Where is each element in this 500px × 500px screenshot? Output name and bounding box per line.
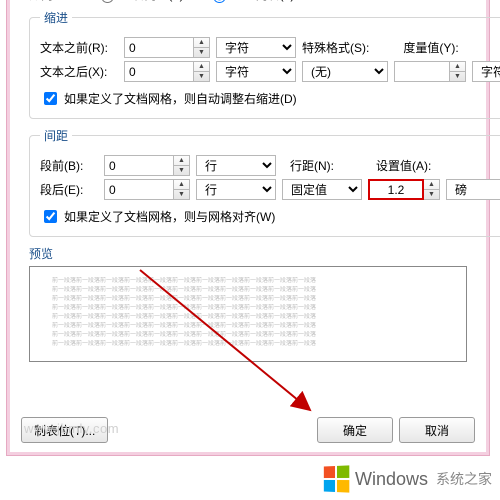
measure-spinner[interactable]: ▲▼ (394, 61, 466, 82)
spacing-legend: 间距 (40, 127, 72, 144)
special-format-label: 特殊格式(S): (302, 39, 369, 56)
indent-before-spinner[interactable]: ▲▼ (124, 37, 210, 58)
snap-grid-check[interactable]: 如果定义了文档网格，则与网格对齐(W) (40, 207, 275, 226)
brand-name: Windows (355, 469, 428, 490)
spacing-before-row: 段前(B): ▲▼ 行 行距(N): 设置值(A): (40, 155, 500, 176)
direction-row: 方向: 从右向左(F) 从左向右(L) (29, 0, 467, 3)
setvalue-spinner[interactable]: ▲▼ (368, 179, 440, 200)
indent-legend: 缩进 (40, 9, 72, 26)
windows-logo: Windows 系统之家 (323, 466, 492, 492)
auto-indent-check[interactable]: 如果定义了文档网格，则自动调整右缩进(D) (40, 89, 297, 108)
radio-ltr[interactable] (213, 0, 226, 3)
auto-indent-label: 如果定义了文档网格，则自动调整右缩进(D) (64, 90, 297, 107)
spacing-before-unit[interactable]: 行 (196, 155, 276, 176)
measure-input[interactable] (394, 61, 450, 82)
direction-ltr-label: 从左向右(L) (232, 0, 295, 3)
cancel-button[interactable]: 取消 (399, 417, 475, 443)
spacing-after-spinner[interactable]: ▲▼ (104, 179, 190, 200)
indent-before-unit[interactable]: 字符 (216, 37, 296, 58)
indent-group: 缩进 文本之前(R): ▲▼ 字符 特殊格式(S): 度量值(Y): 文本之后(… (29, 9, 500, 119)
preview-line: 前一段落前一段落前一段落前一段落前一段落前一段落前一段落前一段落前一段落前一段落… (52, 304, 444, 313)
windows-icon (324, 465, 349, 492)
setvalue-label: 设置值(A): (376, 157, 431, 174)
spinner-buttons[interactable]: ▲▼ (450, 61, 466, 82)
preview-line: 前一段落前一段落前一段落前一段落前一段落前一段落前一段落前一段落前一段落前一段落… (52, 277, 444, 286)
indent-after-spinner[interactable]: ▲▼ (124, 61, 210, 82)
auto-indent-checkbox[interactable] (44, 92, 57, 105)
indent-after-label: 文本之后(X): (40, 63, 118, 80)
spinner-buttons[interactable]: ▲▼ (194, 61, 210, 82)
setvalue-unit[interactable]: 磅 (446, 179, 500, 200)
spacing-after-input[interactable] (104, 179, 174, 200)
direction-label: 方向: (29, 0, 56, 3)
direction-rtl-option[interactable]: 从右向左(F) (96, 0, 183, 3)
preview-line: 前一段落前一段落前一段落前一段落前一段落前一段落前一段落前一段落前一段落前一段落… (52, 331, 444, 340)
indent-before-input[interactable] (124, 37, 194, 58)
spacing-before-label: 段前(B): (40, 157, 98, 174)
preview-line: 前一段落前一段落前一段落前一段落前一段落前一段落前一段落前一段落前一段落前一段落… (52, 322, 444, 331)
indent-after-row: 文本之后(X): ▲▼ 字符 (无) ▲▼ 字符 (40, 61, 500, 82)
indent-after-input[interactable] (124, 61, 194, 82)
brand-sub: 系统之家 (436, 469, 492, 489)
preview-line: 前一段落前一段落前一段落前一段落前一段落前一段落前一段落前一段落前一段落前一段落… (52, 286, 444, 295)
preview-line: 前一段落前一段落前一段落前一段落前一段落前一段落前一段落前一段落前一段落前一段落… (52, 295, 444, 304)
setvalue-input[interactable] (368, 179, 424, 200)
spacing-after-row: 段后(E): ▲▼ 行 固定值 ▲▼ 磅 (40, 179, 500, 200)
spacing-before-input[interactable] (104, 155, 174, 176)
dialog-body: 方向: 从右向左(F) 从左向右(L) 缩进 文本之前(R): ▲▼ (19, 0, 477, 405)
indent-after-unit[interactable]: 字符 (216, 61, 296, 82)
spacing-before-spinner[interactable]: ▲▼ (104, 155, 190, 176)
preview-line: 前一段落前一段落前一段落前一段落前一段落前一段落前一段落前一段落前一段落前一段落… (52, 340, 444, 349)
spinner-buttons[interactable]: ▲▼ (174, 155, 190, 176)
indent-before-row: 文本之前(R): ▲▼ 字符 特殊格式(S): 度量值(Y): (40, 37, 500, 58)
spinner-buttons[interactable]: ▲▼ (194, 37, 210, 58)
direction-rtl-label: 从右向左(F) (120, 0, 183, 3)
spacing-after-unit[interactable]: 行 (196, 179, 276, 200)
lineheight-select[interactable]: 固定值 (282, 179, 362, 200)
preview-legend: 预览 (29, 245, 467, 262)
preview-line: 前一段落前一段落前一段落前一段落前一段落前一段落前一段落前一段落前一段落前一段落… (52, 313, 444, 322)
measure-unit[interactable]: 字符 (472, 61, 500, 82)
preview-box: 前一段落前一段落前一段落前一段落前一段落前一段落前一段落前一段落前一段落前一段落… (29, 266, 467, 362)
dialog-window: 方向: 从右向左(F) 从左向右(L) 缩进 文本之前(R): ▲▼ (6, 0, 490, 456)
spinner-buttons[interactable]: ▲▼ (424, 179, 440, 200)
direction-ltr-option[interactable]: 从左向右(L) (208, 0, 295, 3)
special-format-select[interactable]: (无) (302, 61, 388, 82)
snap-grid-checkbox[interactable] (44, 210, 57, 223)
indent-before-label: 文本之前(R): (40, 39, 118, 56)
bottom-brand-strip: Windows 系统之家 (0, 458, 500, 500)
spacing-after-label: 段后(E): (40, 181, 98, 198)
measure-label: 度量值(Y): (403, 39, 458, 56)
watermark-text: www.jbmlv.com (24, 421, 119, 436)
ok-button[interactable]: 确定 (317, 417, 393, 443)
radio-rtl[interactable] (101, 0, 114, 3)
lineheight-label: 行距(N): (290, 157, 334, 174)
snap-grid-label: 如果定义了文档网格，则与网格对齐(W) (64, 208, 275, 225)
spacing-group: 间距 段前(B): ▲▼ 行 行距(N): 设置值(A): 段后(E): ▲▼ (29, 127, 500, 237)
spinner-buttons[interactable]: ▲▼ (174, 179, 190, 200)
